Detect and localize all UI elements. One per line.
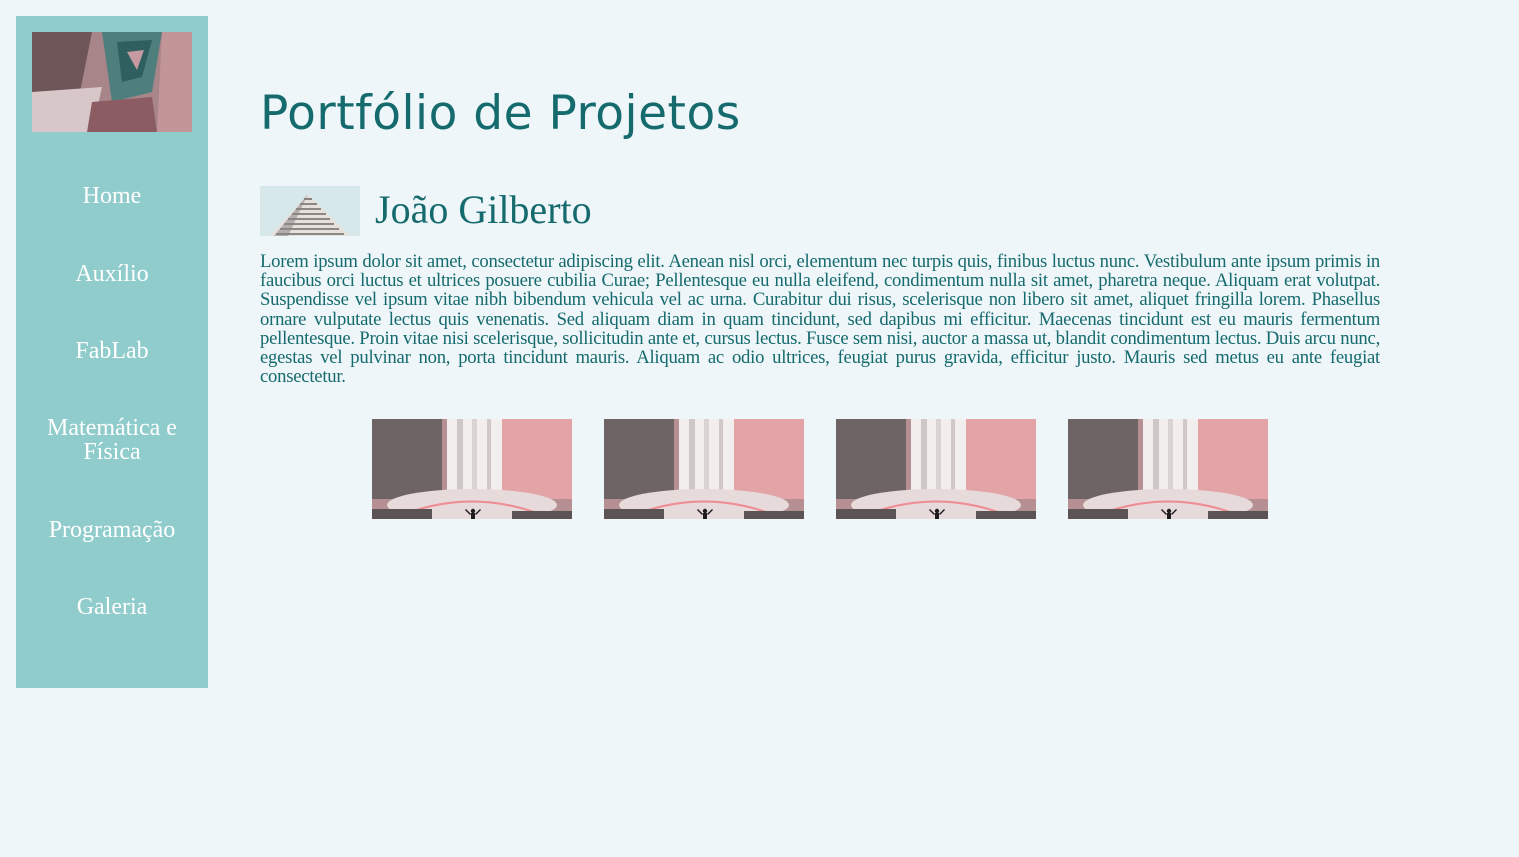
gallery-image-1[interactable]: [372, 419, 572, 519]
gallery-image-3[interactable]: [836, 419, 1036, 519]
gallery-image-2[interactable]: [604, 419, 804, 519]
author-bio: Lorem ipsum dolor sit amet, consectetur …: [260, 251, 1380, 388]
author-name: João Gilberto: [375, 187, 592, 232]
page-title: Portfólio de Projetos: [260, 86, 741, 141]
nav-item-galeria[interactable]: Galeria: [16, 595, 208, 619]
sidebar: Home Auxílio FabLab Matemática e Física …: [16, 16, 208, 688]
author-avatar: [260, 186, 360, 236]
nav-item-fablab[interactable]: FabLab: [16, 339, 208, 363]
nav-item-matematica-fisica[interactable]: Matemática e Física: [37, 416, 187, 464]
gallery-image-4[interactable]: [1068, 419, 1268, 519]
sidebar-photo: [32, 32, 192, 132]
nav-item-programacao[interactable]: Programação: [16, 518, 208, 542]
nav-item-home[interactable]: Home: [16, 184, 208, 208]
nav-item-auxilio[interactable]: Auxílio: [16, 262, 208, 286]
